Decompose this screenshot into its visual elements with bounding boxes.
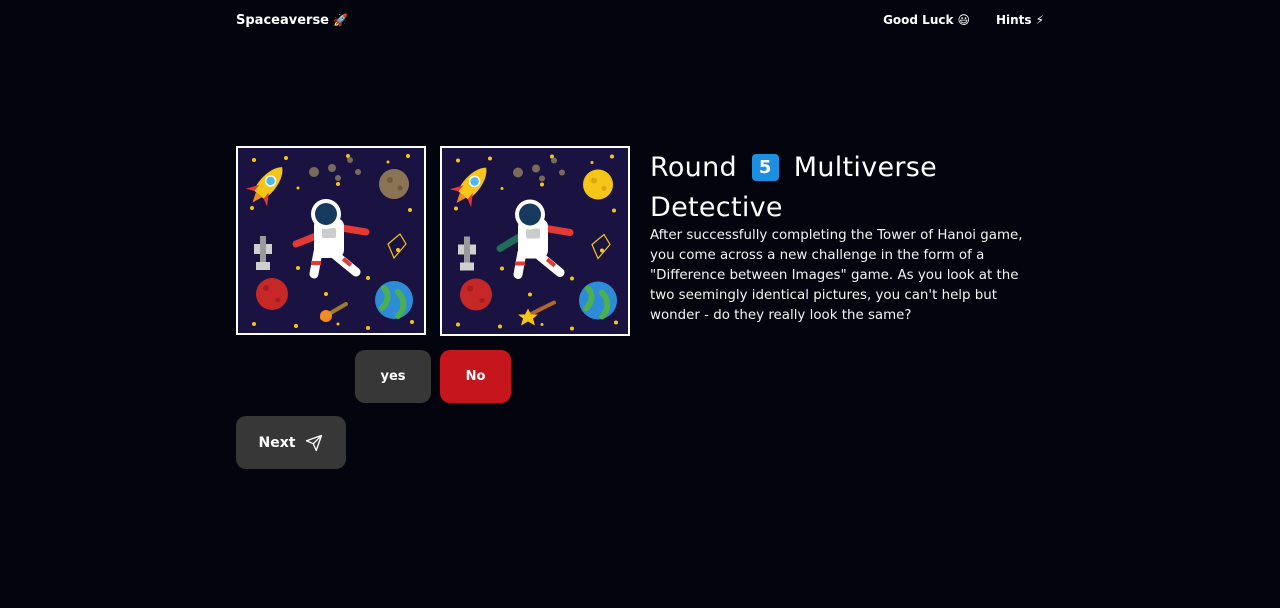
no-button[interactable]: No bbox=[440, 350, 511, 403]
hints-label: Hints bbox=[995, 13, 1032, 27]
brand-name: Spaceaverse bbox=[236, 12, 329, 28]
brand[interactable]: Spaceaverse 🚀 bbox=[236, 13, 348, 28]
next-button[interactable]: Next bbox=[236, 416, 346, 469]
left-space-image bbox=[236, 146, 426, 335]
mars-planet bbox=[460, 278, 492, 311]
earth-planet bbox=[375, 281, 413, 319]
lightning-icon: ⚡ bbox=[1035, 13, 1044, 27]
moon bbox=[379, 169, 409, 199]
game-description: After successfully completing the Tower … bbox=[650, 228, 1023, 323]
top-nav: Spaceaverse 🚀 Good Luck 😃 Hints ⚡ bbox=[236, 0, 1044, 40]
mars-planet bbox=[256, 278, 288, 310]
send-icon bbox=[306, 434, 323, 451]
round-title: Round 5 Multiverse Detective bbox=[650, 148, 1050, 228]
right-space-image bbox=[440, 146, 630, 336]
space-scene-left bbox=[238, 148, 424, 333]
title-prefix: Round bbox=[650, 152, 737, 183]
earth-planet bbox=[579, 281, 617, 320]
moon bbox=[583, 169, 613, 200]
yes-button[interactable]: yes bbox=[355, 350, 431, 403]
good-luck-label: Good Luck bbox=[883, 13, 954, 27]
grinning-face-icon: 😃 bbox=[957, 13, 970, 27]
round-number-badge: 5 bbox=[751, 154, 779, 181]
next-label: Next bbox=[258, 434, 296, 451]
good-luck-link[interactable]: Good Luck 😃 bbox=[883, 13, 970, 27]
hints-link[interactable]: Hints ⚡ bbox=[996, 13, 1044, 27]
nav-links: Good Luck 😃 Hints ⚡ bbox=[883, 13, 1044, 27]
rocket-icon: 🚀 bbox=[333, 13, 348, 27]
space-scene-right bbox=[442, 148, 628, 334]
